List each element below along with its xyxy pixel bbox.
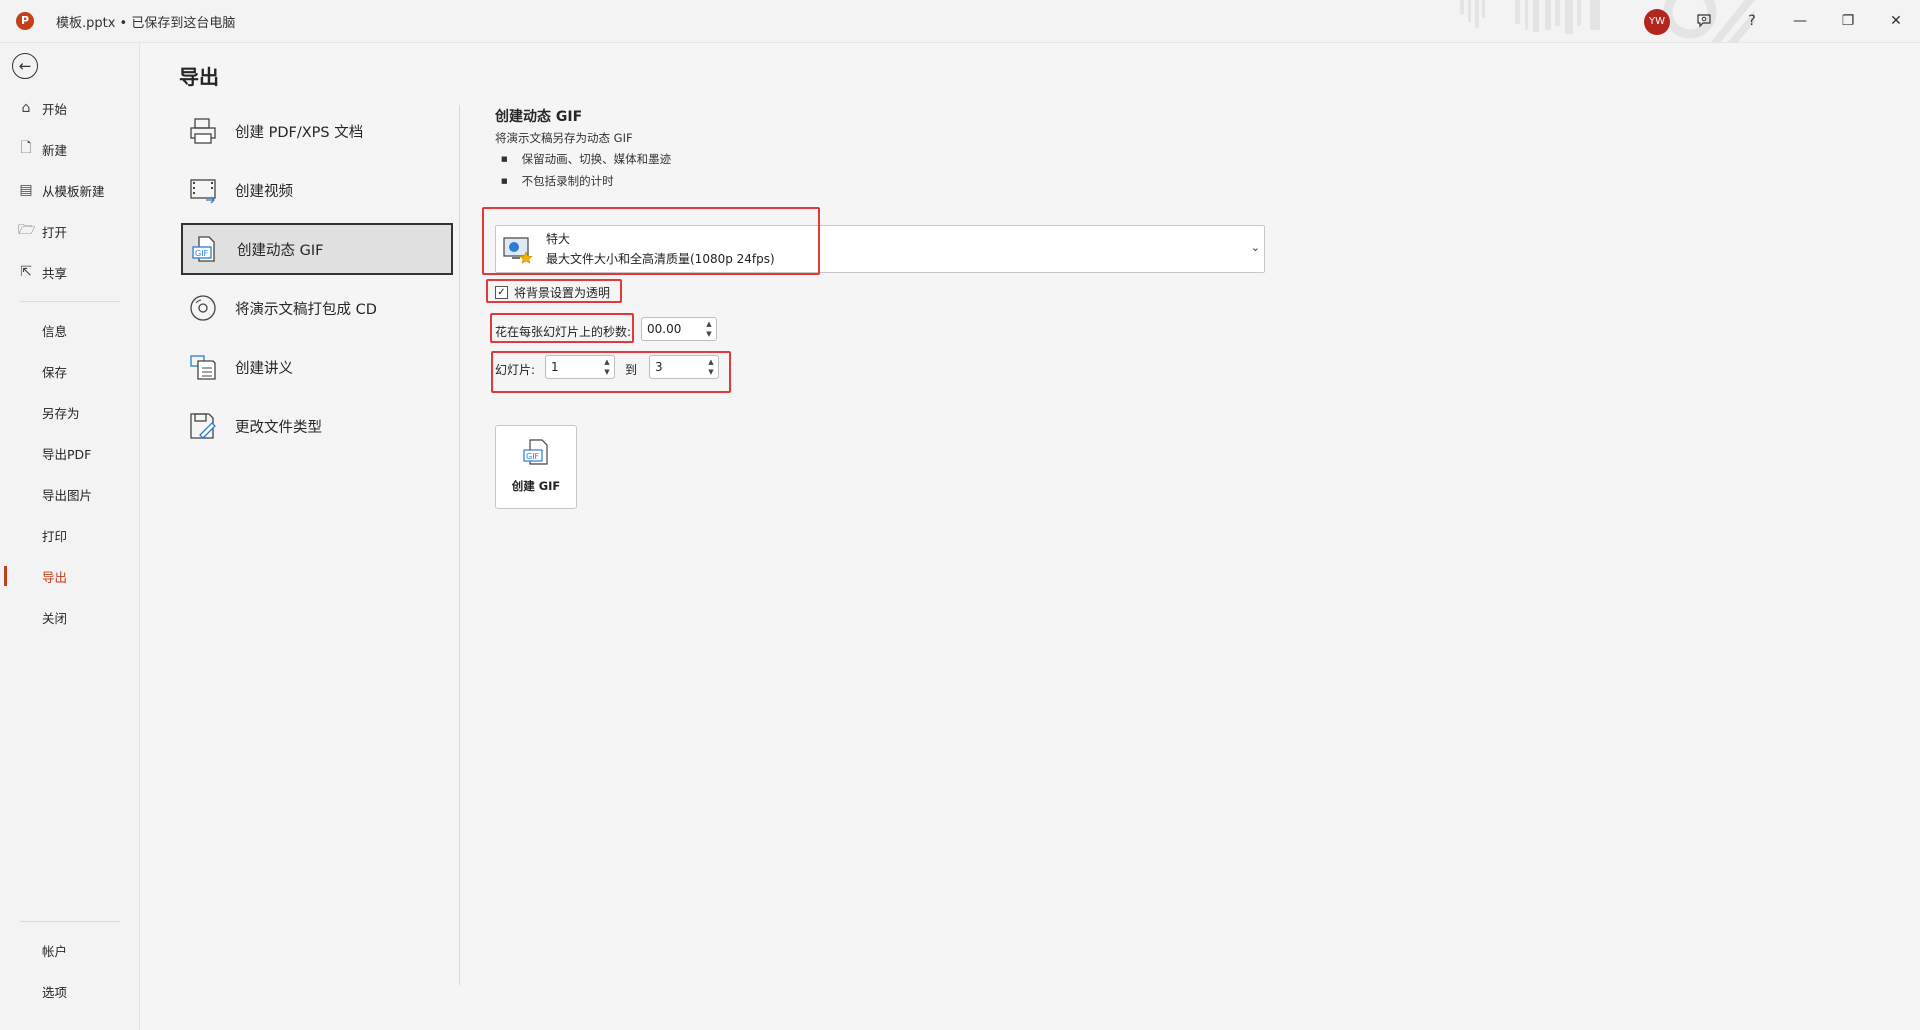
option-label: 创建 PDF/XPS 文档	[235, 124, 364, 141]
video-icon	[185, 172, 221, 208]
title-bar: P 模板.pptx • 已保存到这台电脑 YW ? — ❐ ✕	[0, 0, 1920, 43]
option-create-video[interactable]: 创建视频	[181, 164, 453, 216]
option-package-cd[interactable]: 将演示文稿打包成 CD	[181, 282, 453, 334]
nav-item-label: 共享	[42, 265, 68, 281]
handout-icon	[185, 349, 221, 385]
nav-item-share[interactable]: ⇱ 共享	[0, 257, 140, 287]
option-label: 创建视频	[235, 183, 293, 200]
option-label: 将演示文稿打包成 CD	[235, 301, 377, 318]
user-avatar[interactable]: YW	[1644, 9, 1670, 35]
seconds-per-slide-label: 花在每张幻灯片上的秒数:	[495, 325, 632, 339]
nav-item-save[interactable]: 保存	[0, 356, 140, 386]
nav-item-save-as[interactable]: 另存为	[0, 397, 140, 427]
nav-item-open[interactable]: 🗁 打开	[0, 216, 140, 246]
document-title: 模板.pptx • 已保存到这台电脑	[56, 16, 236, 31]
slide-to-input[interactable]: 3 ▲ ▼	[649, 355, 719, 379]
help-button[interactable]: ?	[1734, 6, 1770, 36]
feedback-button[interactable]	[1686, 6, 1722, 36]
gif-file-icon: GIF	[523, 439, 548, 465]
option-label: 更改文件类型	[235, 419, 322, 436]
gif-section-description: 将演示文稿另存为动态 GIF	[495, 131, 633, 145]
nav-item-export[interactable]: 导出	[0, 561, 140, 591]
slides-range-label: 幻灯片:	[495, 363, 536, 377]
minimize-button[interactable]: —	[1782, 6, 1818, 36]
folder-icon: 🗁	[18, 222, 36, 238]
nav-divider	[20, 921, 120, 922]
feedback-icon	[1697, 14, 1711, 28]
gif-icon: GIF	[187, 231, 223, 267]
nav-divider	[20, 301, 120, 302]
nav-item-label: 新建	[42, 142, 68, 158]
export-page: 导出 创建 PDF/XPS 文档 创建视频 GIF 创建动态 GIF 将演示文稿…	[141, 43, 1920, 1030]
gif-bullet: 不包括录制的计时	[501, 173, 614, 189]
option-label: 创建动态 GIF	[237, 242, 324, 259]
backstage-nav: ← ⌂ 开始 🗋 新建 ▤ 从模板新建 🗁 打开 ⇱ 共享 信息 保存 另存为 …	[0, 43, 140, 1030]
option-create-handouts[interactable]: 创建讲义	[181, 341, 453, 393]
spinner-arrows-icon[interactable]: ▲ ▼	[706, 357, 716, 377]
nav-item-options[interactable]: 选项	[0, 976, 140, 1006]
nav-item-export-pdf[interactable]: 导出PDF	[0, 438, 140, 468]
back-arrow-icon: ←	[18, 57, 32, 75]
nav-item-label: 开始	[42, 101, 68, 117]
option-create-pdf-xps[interactable]: 创建 PDF/XPS 文档	[181, 105, 453, 157]
home-icon: ⌂	[21, 100, 31, 116]
nav-item-info[interactable]: 信息	[0, 315, 140, 345]
svg-text:GIF: GIF	[195, 249, 209, 258]
spinner-arrows-icon[interactable]: ▲ ▼	[704, 319, 714, 339]
nav-item-new[interactable]: 🗋 新建	[0, 134, 140, 164]
cd-icon	[185, 290, 221, 326]
nav-item-home[interactable]: ⌂ 开始	[0, 93, 140, 123]
chevron-down-icon: ⌄	[1250, 241, 1260, 254]
quality-monitor-icon	[503, 237, 533, 264]
create-gif-label: 创建 GIF	[511, 479, 561, 493]
slide-from-input[interactable]: 1 ▲ ▼	[545, 355, 615, 379]
option-label: 创建讲义	[235, 360, 293, 377]
slide-to-value: 3	[655, 360, 663, 374]
quality-detail: 最大文件大小和全高清质量(1080p 24fps)	[546, 252, 775, 266]
option-change-file-type[interactable]: 更改文件类型	[181, 400, 453, 452]
nav-item-account[interactable]: 帐户	[0, 935, 140, 965]
template-icon: ▤	[19, 182, 33, 198]
nav-item-print[interactable]: 打印	[0, 520, 140, 550]
pdf-icon	[185, 113, 221, 149]
slide-from-value: 1	[551, 360, 559, 374]
gif-quality-dropdown[interactable]: 特大 最大文件大小和全高清质量(1080p 24fps) ⌄	[495, 225, 1265, 273]
gif-section-title: 创建动态 GIF	[495, 109, 583, 125]
nav-item-label: 打开	[42, 224, 68, 240]
quality-name: 特大	[546, 232, 571, 246]
nav-item-new-from-template[interactable]: ▤ 从模板新建	[0, 175, 140, 205]
gif-bullet: 保留动画、切换、媒体和墨迹	[501, 151, 672, 167]
change-type-icon	[185, 408, 221, 444]
close-button[interactable]: ✕	[1878, 6, 1914, 36]
slides-to-label: 到	[625, 363, 638, 377]
seconds-per-slide-input[interactable]: 00.00 ▲ ▼	[641, 317, 717, 341]
restore-button[interactable]: ❐	[1830, 6, 1866, 36]
panel-divider	[459, 105, 460, 985]
spinner-arrows-icon[interactable]: ▲ ▼	[602, 357, 612, 377]
nav-item-label: 从模板新建	[42, 183, 105, 199]
seconds-value: 00.00	[647, 322, 682, 336]
new-file-icon: 🗋	[20, 140, 32, 156]
create-gif-button[interactable]: GIF 创建 GIF	[495, 425, 577, 509]
share-icon: ⇱	[20, 264, 32, 280]
transparent-background-option[interactable]: ✓ 将背景设置为透明	[495, 284, 610, 301]
option-create-animated-gif[interactable]: GIF 创建动态 GIF	[181, 223, 453, 275]
nav-item-export-image[interactable]: 导出图片	[0, 479, 140, 509]
transparent-background-label: 将背景设置为透明	[514, 286, 611, 300]
transparent-background-checkbox[interactable]: ✓	[495, 286, 508, 299]
svg-text:GIF: GIF	[526, 452, 540, 461]
nav-item-close[interactable]: 关闭	[0, 602, 140, 632]
page-title: 导出	[179, 65, 219, 89]
powerpoint-logo-icon: P	[16, 12, 34, 30]
back-button[interactable]: ←	[12, 53, 38, 79]
